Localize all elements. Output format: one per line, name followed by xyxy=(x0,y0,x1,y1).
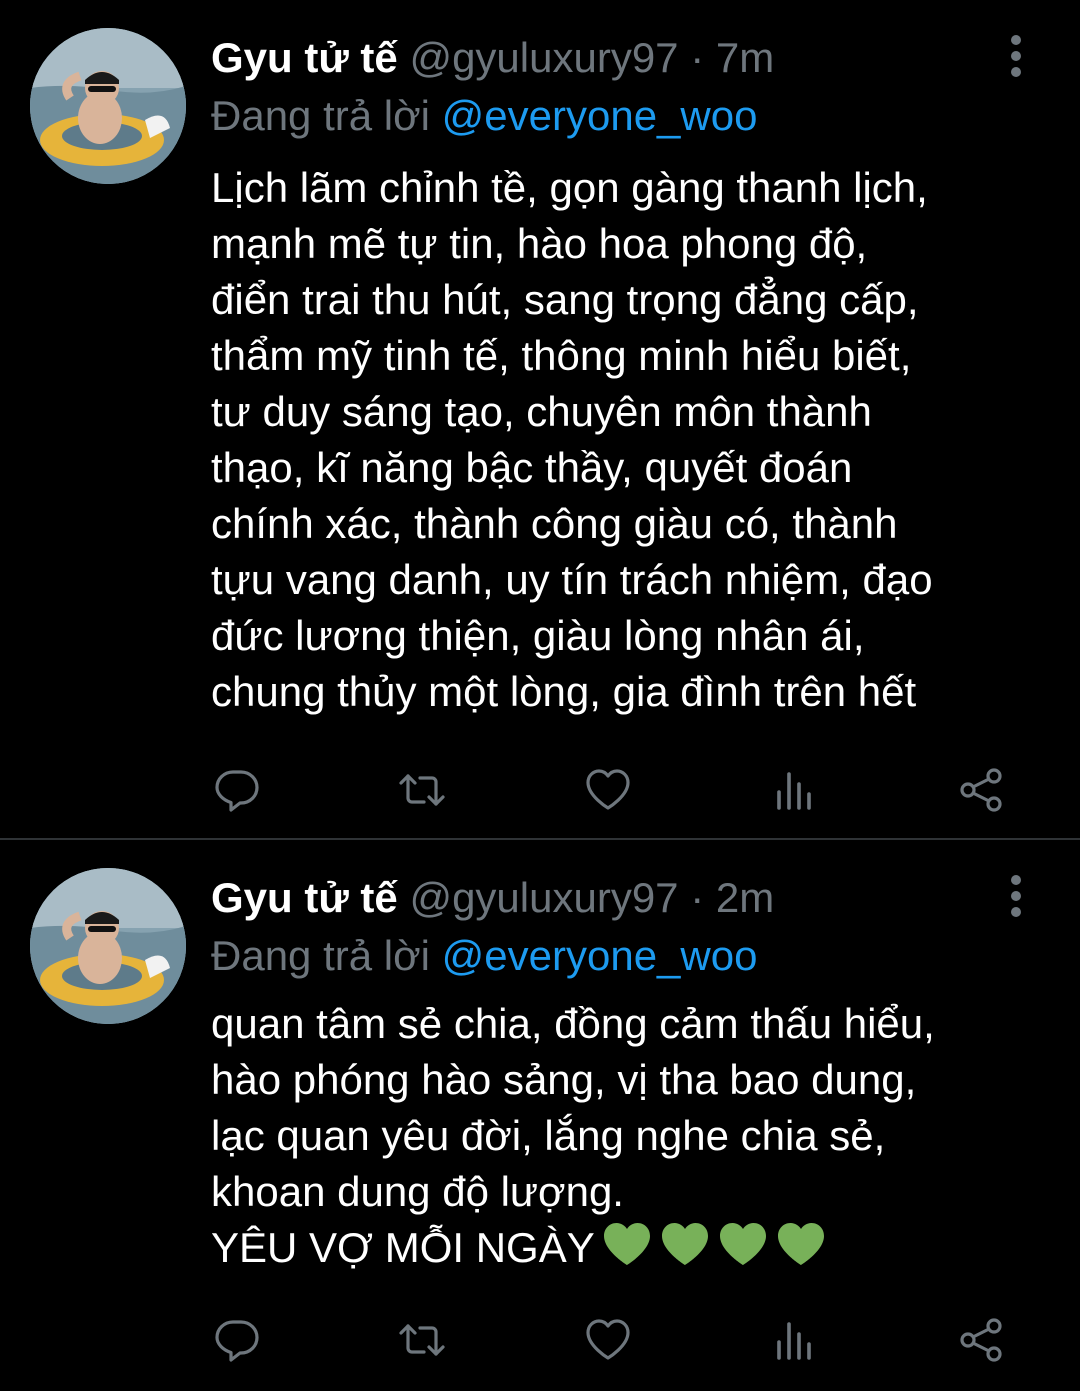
tweet-text: quan tâm sẻ chia, đồng cảm thấu hiểu, hà… xyxy=(211,996,1051,1276)
tweet-header: Gyu tử tế @gyuluxury97 · 2m xyxy=(211,870,774,930)
reply-icon[interactable] xyxy=(213,766,261,814)
timestamp[interactable]: 2m xyxy=(716,874,774,921)
timestamp[interactable]: 7m xyxy=(716,34,774,81)
replying-to: Đang trả lời @everyone_woo xyxy=(211,928,757,984)
tweet[interactable]: Gyu tử tế @gyuluxury97 · 7m Đang trả lời… xyxy=(0,0,1080,838)
share-icon[interactable] xyxy=(958,766,1006,814)
heart-icon[interactable] xyxy=(584,1316,632,1364)
green-heart-emoji-icon xyxy=(775,1220,827,1268)
author-name[interactable]: Gyu tử tế xyxy=(211,874,398,921)
more-vertical-icon[interactable] xyxy=(996,872,1036,924)
author-handle[interactable]: @gyuluxury97 xyxy=(409,874,678,921)
avatar[interactable] xyxy=(30,868,186,1024)
author-name[interactable]: Gyu tử tế xyxy=(211,34,398,81)
tweet-actions xyxy=(0,1310,1080,1370)
retweet-icon[interactable] xyxy=(398,1316,446,1364)
green-heart-emoji-icon xyxy=(717,1220,769,1268)
tweet-actions xyxy=(0,760,1080,820)
tweet-header: Gyu tử tế @gyuluxury97 · 7m xyxy=(211,30,774,90)
author-handle[interactable]: @gyuluxury97 xyxy=(409,34,678,81)
share-icon[interactable] xyxy=(958,1316,1006,1364)
green-heart-emoji-icon xyxy=(601,1220,653,1268)
analytics-icon[interactable] xyxy=(771,1316,819,1364)
replying-to: Đang trả lời @everyone_woo xyxy=(211,88,757,144)
reply-mention[interactable]: @everyone_woo xyxy=(442,932,758,979)
reply-icon[interactable] xyxy=(213,1316,261,1364)
heart-icon[interactable] xyxy=(584,766,632,814)
avatar[interactable] xyxy=(30,28,186,184)
reply-mention[interactable]: @everyone_woo xyxy=(442,92,758,139)
separator: · xyxy=(690,34,705,81)
green-heart-emoji-group xyxy=(595,1223,827,1271)
reply-prefix: Đang trả lời xyxy=(211,932,430,979)
green-heart-emoji-icon xyxy=(659,1220,711,1268)
retweet-icon[interactable] xyxy=(398,766,446,814)
more-vertical-icon[interactable] xyxy=(996,32,1036,84)
analytics-icon[interactable] xyxy=(771,766,819,814)
reply-prefix: Đang trả lời xyxy=(211,92,430,139)
tweet-text: Lịch lãm chỉnh tề, gọn gàng thanh lịch, … xyxy=(211,164,933,715)
tweet[interactable]: Gyu tử tế @gyuluxury97 · 2m Đang trả lời… xyxy=(0,840,1080,1391)
separator: · xyxy=(690,874,705,921)
